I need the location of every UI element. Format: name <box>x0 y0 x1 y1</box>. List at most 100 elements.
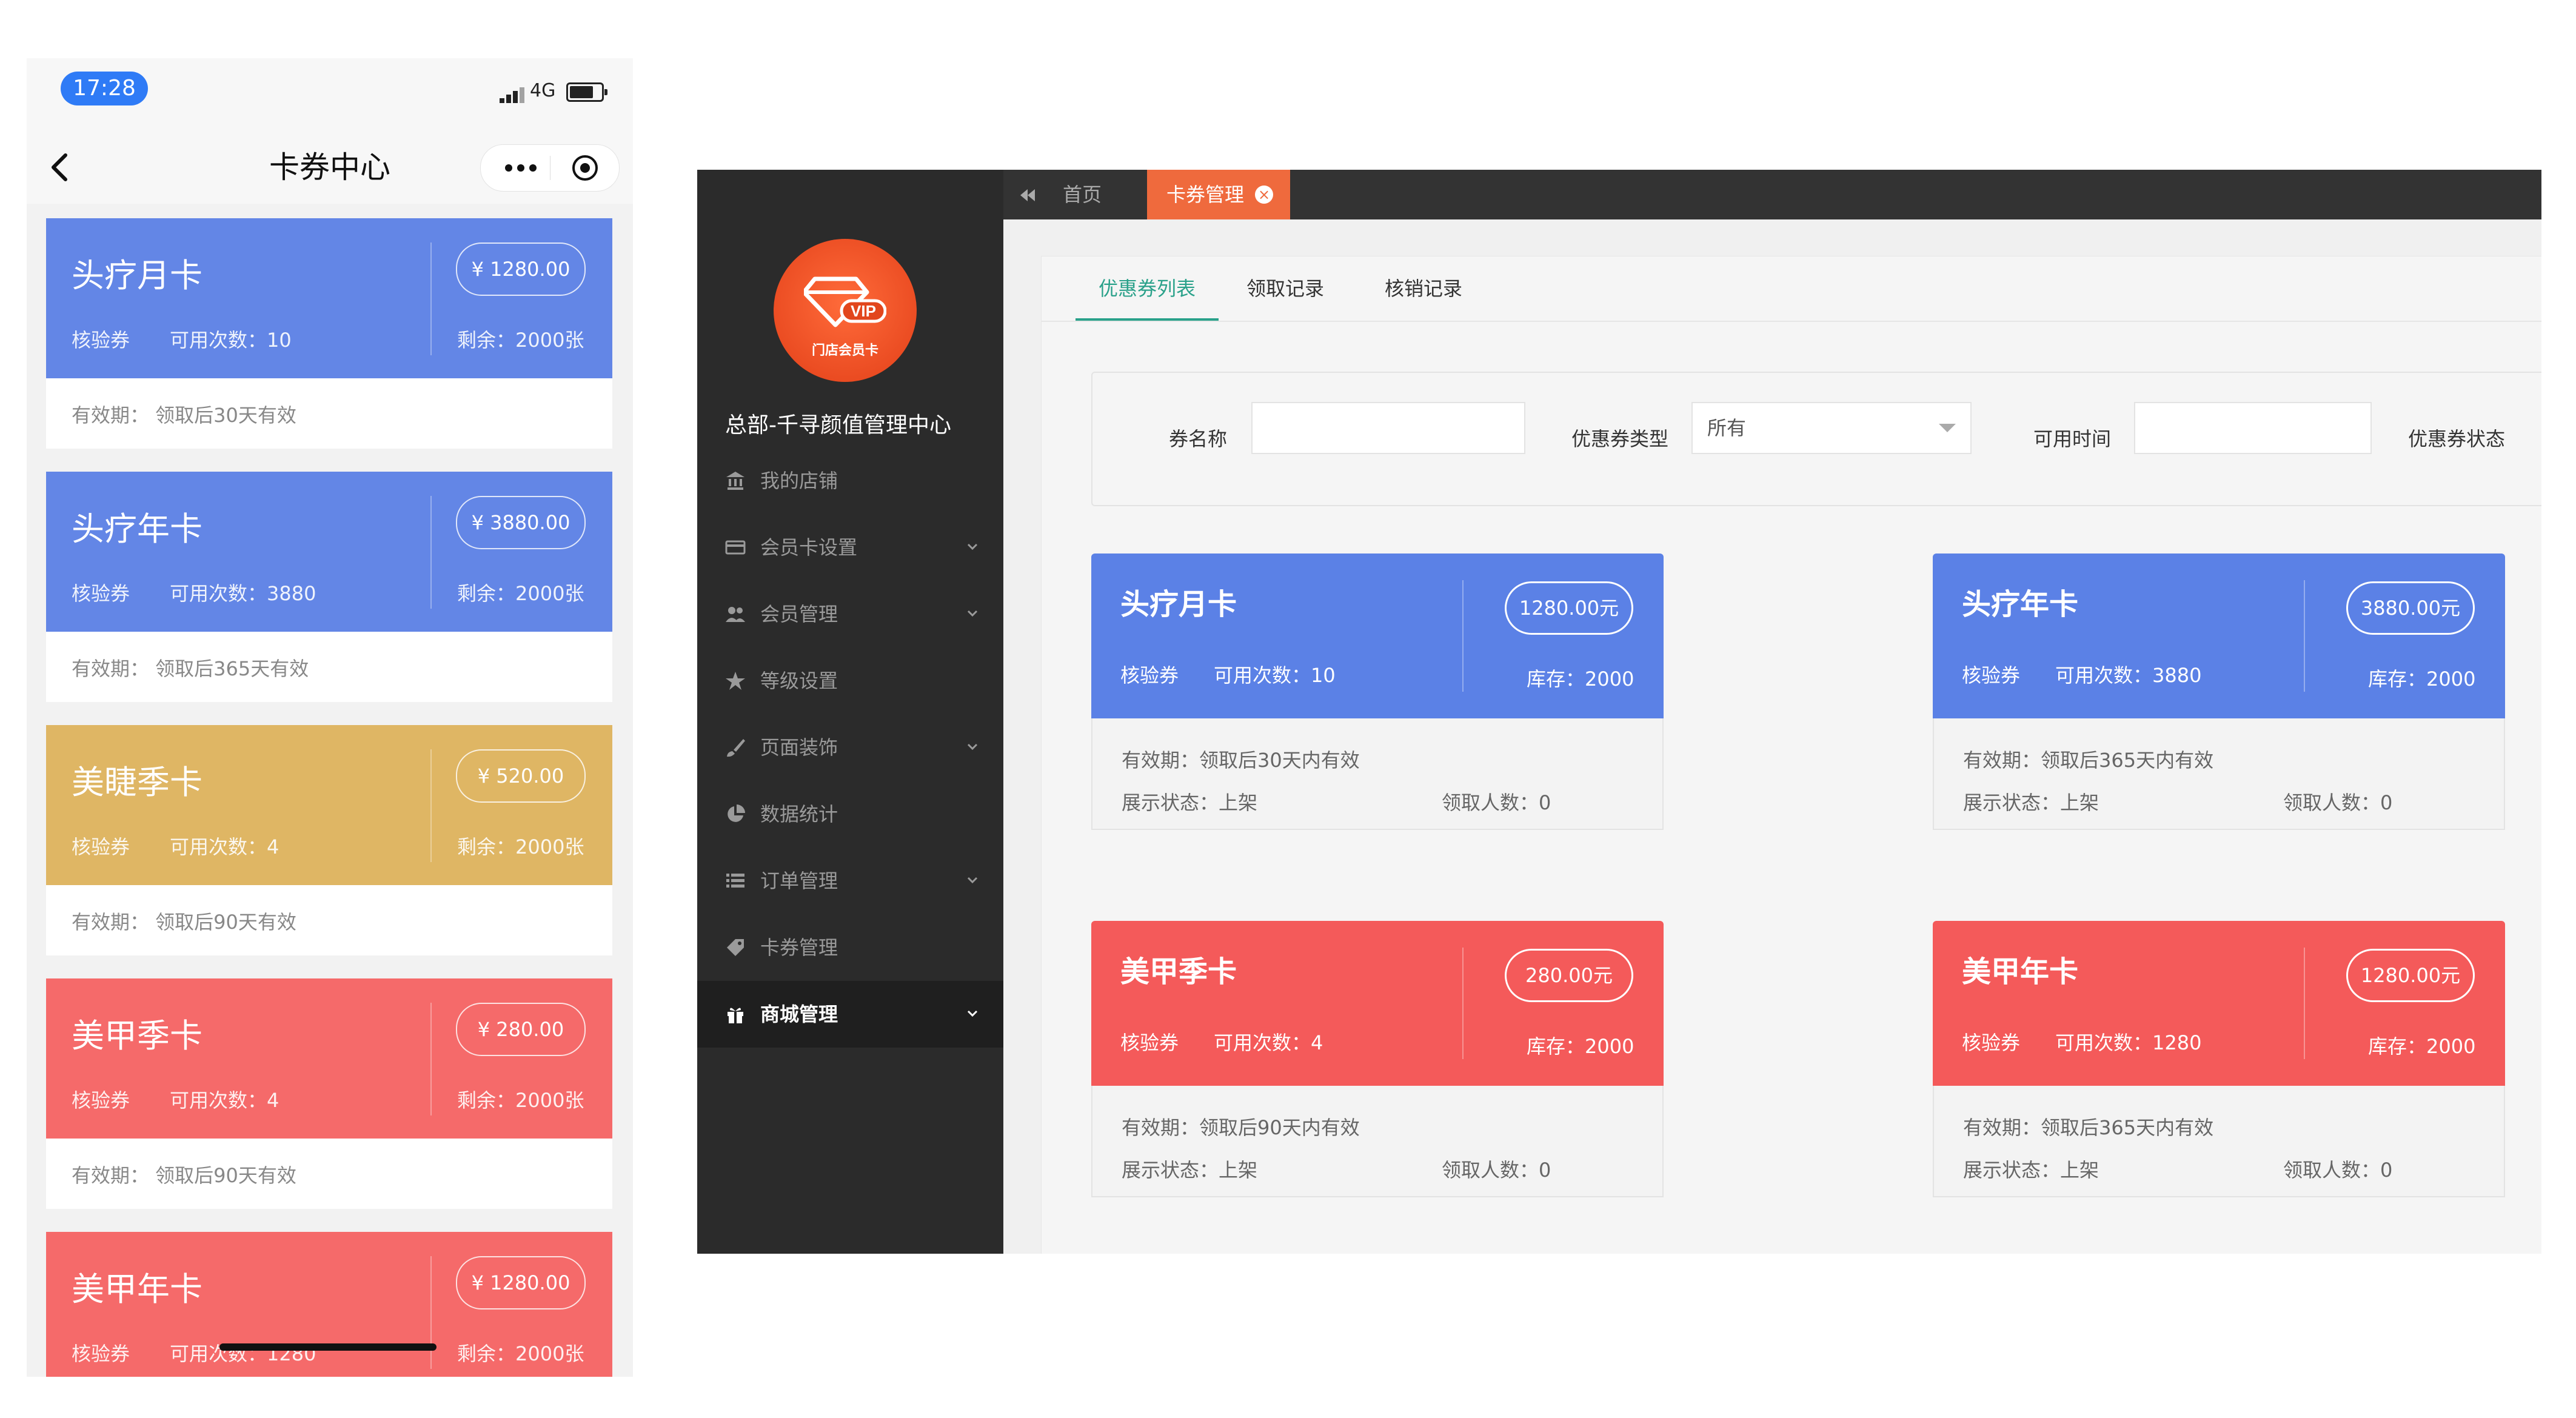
coupon-display-status: 展示状态：上架 <box>1963 791 2099 814</box>
coupon-name-label: 券名称 <box>1169 427 1228 450</box>
card-header: 美甲季卡 核验券 可用次数：4 ¥ 280.00 剩余：2000张 <box>46 978 612 1139</box>
sidebar-item-9[interactable]: 商城管理 <box>697 981 1003 1048</box>
collapse-icon[interactable] <box>1015 183 1040 207</box>
admin-window: 首页 卡券管理 × VIP 门店会员卡 总部-千寻颜值管理中心 我的店铺会员卡设… <box>697 170 2541 1254</box>
tab-coupon-list[interactable]: 优惠券列表 <box>1076 256 1219 321</box>
brush-icon <box>727 739 745 757</box>
available-time-label: 可用时间 <box>2033 427 2112 450</box>
coupon-receivers: 领取人数：0 <box>2283 1159 2393 1182</box>
card-name: 美甲年卡 <box>72 1270 202 1308</box>
tab-claim-records[interactable]: 领取记录 <box>1246 256 1324 321</box>
coupon-divider <box>2304 948 2305 1059</box>
sidebar-item-label: 页面装饰 <box>760 736 838 759</box>
coupon-card[interactable]: 头疗年卡 核验券 可用次数：3880 3880.00元 库存：2000 有效期：领取后36… <box>1933 553 2505 830</box>
sidebar-item-label: 会员管理 <box>760 603 838 626</box>
coupon-card[interactable]: 头疗月卡 核验券 可用次数：10 1280.00元 库存：2000 有效期：领取后30天内… <box>1091 553 1664 830</box>
card-name: 美甲季卡 <box>72 1017 202 1055</box>
card-divider <box>430 496 432 609</box>
sidebar-item-1[interactable]: 我的店铺 <box>697 447 1003 514</box>
sidebar-item-4[interactable]: 等级设置 <box>697 647 1003 714</box>
sidebar-item-label: 等级设置 <box>760 669 838 692</box>
tab-redeem-records[interactable]: 核销记录 <box>1385 256 1462 321</box>
coupon-card-footer: 有效期：领取后365天内有效 展示状态：上架 领取人数：0 <box>1933 1086 2505 1197</box>
coupon-type: 核验券 <box>1120 1031 1179 1054</box>
coupon-divider <box>1462 948 1464 1059</box>
sidebar-item-label: 我的店铺 <box>760 469 838 492</box>
coupon-price: 280.00元 <box>1505 949 1633 1002</box>
phone-coupon-card[interactable]: 美睫季卡 核验券 可用次数：4 ¥ 520.00 剩余：2000张有效期： 领取后90天… <box>46 725 612 955</box>
coupon-type: 核验券 <box>1120 664 1179 687</box>
sidebar-item-2[interactable]: 会员卡设置 <box>697 514 1003 581</box>
card-validity: 有效期： 领取后90天有效 <box>72 911 296 934</box>
card-uses: 可用次数：1280 <box>170 1342 316 1365</box>
mobile-screen: 17:28 4G 卡券中心 头疗月卡 核验券 可用次数：10 ¥ 1280.00 剩余：… <box>27 58 633 1377</box>
sidebar-item-5[interactable]: 页面装饰 <box>697 714 1003 781</box>
coupon-card[interactable]: 美甲年卡 核验券 可用次数：1280 1280.00元 库存：2000 有效期：领取后36… <box>1933 921 2505 1197</box>
bank-icon <box>726 472 744 490</box>
coupon-divider <box>2304 580 2305 692</box>
filter-bar: 券名称 优惠券类型 所有 可用时间 优惠券状态 <box>1091 372 2541 506</box>
tab-card-management[interactable]: 卡券管理 × <box>1147 170 1290 219</box>
phone-coupon-card[interactable]: 头疗年卡 核验券 可用次数：3880 ¥ 3880.00 剩余：2000张 有效期： 领取… <box>46 472 612 702</box>
coupon-price: 1280.00元 <box>2346 949 2475 1002</box>
coupon-display-status: 展示状态：上架 <box>1122 1159 1258 1182</box>
org-name: 总部-千寻颜值管理中心 <box>725 413 951 438</box>
back-icon[interactable] <box>41 148 80 187</box>
card-header: 美睫季卡 核验券 可用次数：4 ¥ 520.00 剩余：2000张 <box>46 725 612 885</box>
chevron-down-icon <box>967 743 978 751</box>
sidebar-item-7[interactable]: 订单管理 <box>697 848 1003 914</box>
card-validity: 有效期： 领取后30天有效 <box>72 404 296 427</box>
card-price: ¥ 520.00 <box>456 749 586 803</box>
sidebar-item-label: 商城管理 <box>760 1003 838 1026</box>
sidebar-item-8[interactable]: 卡券管理 <box>697 914 1003 981</box>
coupon-type: 核验券 <box>1962 1031 2021 1054</box>
coupon-uses: 可用次数：4 <box>1214 1031 1323 1054</box>
sidebar-item-label: 数据统计 <box>760 803 838 826</box>
chevron-down-icon <box>967 543 978 550</box>
phone-coupon-card[interactable]: 美甲年卡 核验券 可用次数：1280 ¥ 1280.00 剩余：2000张 <box>46 1232 612 1377</box>
close-target-icon[interactable] <box>570 153 600 182</box>
coupon-receivers: 领取人数：0 <box>1442 1159 1551 1182</box>
coupon-name-input[interactable] <box>1251 402 1525 454</box>
coupon-card[interactable]: 美甲季卡 核验券 可用次数：4 280.00元 库存：2000 有效期：领取后90天内有效… <box>1091 921 1664 1197</box>
sidebar-item-label: 订单管理 <box>760 869 838 892</box>
card-uses: 可用次数：10 <box>170 329 292 352</box>
sub-tabs: 优惠券列表 领取记录 核销记录 <box>1042 256 2541 322</box>
available-time-input[interactable] <box>2134 402 2372 454</box>
logo-caption: 门店会员卡 <box>811 343 878 358</box>
coupon-uses: 可用次数：10 <box>1214 664 1336 687</box>
coupon-stock: 库存：2000 <box>1527 1035 1634 1058</box>
status-bar: 17:28 4G <box>27 58 633 131</box>
coupon-receivers: 领取人数：0 <box>2283 791 2393 814</box>
more-icon[interactable] <box>503 162 539 174</box>
card-name: 美睫季卡 <box>72 763 202 801</box>
main-content: 优惠券列表 领取记录 核销记录 券名称 优惠券类型 所有 可用时间 优惠券状态 … <box>1003 219 2541 1254</box>
phone-coupon-card[interactable]: 头疗月卡 核验券 可用次数：10 ¥ 1280.00 剩余：2000张 有效期： 领取后3… <box>46 218 612 449</box>
close-icon[interactable]: × <box>1255 186 1273 204</box>
card-divider <box>430 1256 432 1369</box>
list-icon <box>726 874 744 888</box>
card-footer: 有效期： 领取后365天有效 <box>46 632 612 702</box>
coupon-receivers: 领取人数：0 <box>1442 791 1551 814</box>
card-uses: 可用次数：4 <box>170 1089 279 1112</box>
tab-home[interactable]: 首页 <box>1049 170 1116 219</box>
chevron-down-icon <box>967 877 978 884</box>
coupon-type-label: 优惠券类型 <box>1571 427 1669 450</box>
coupon-card-footer: 有效期：领取后365天内有效 展示状态：上架 领取人数：0 <box>1933 718 2505 830</box>
coupon-validity: 有效期：领取后365天内有效 <box>1963 1116 2214 1139</box>
card-footer: 有效期： 领取后90天有效 <box>46 1139 612 1209</box>
logo-vip-text: VIP <box>851 302 876 320</box>
coupon-card-footer: 有效期：领取后30天内有效 展示状态：上架 领取人数：0 <box>1091 718 1664 830</box>
coupon-display-status: 展示状态：上架 <box>1963 1159 2099 1182</box>
sidebar-item-6[interactable]: 数据统计 <box>697 781 1003 848</box>
phone-coupon-card[interactable]: 美甲季卡 核验券 可用次数：4 ¥ 280.00 剩余：2000张 有效期： 领取后90天… <box>46 978 612 1209</box>
sidebar: VIP 门店会员卡 总部-千寻颜值管理中心 我的店铺会员卡设置会员管理等级设置页… <box>697 170 1003 1254</box>
coupon-type-select[interactable]: 所有 <box>1691 402 1972 454</box>
coupon-card-header: 头疗月卡 核验券 可用次数：10 1280.00元 库存：2000 <box>1091 553 1664 718</box>
status-time: 17:28 <box>61 72 148 105</box>
sidebar-item-3[interactable]: 会员管理 <box>697 581 1003 647</box>
coupon-validity: 有效期：领取后90天内有效 <box>1122 1116 1360 1139</box>
card-header: 头疗年卡 核验券 可用次数：3880 ¥ 3880.00 剩余：2000张 <box>46 472 612 632</box>
card-divider <box>430 749 432 862</box>
card-type: 核验券 <box>72 582 130 605</box>
